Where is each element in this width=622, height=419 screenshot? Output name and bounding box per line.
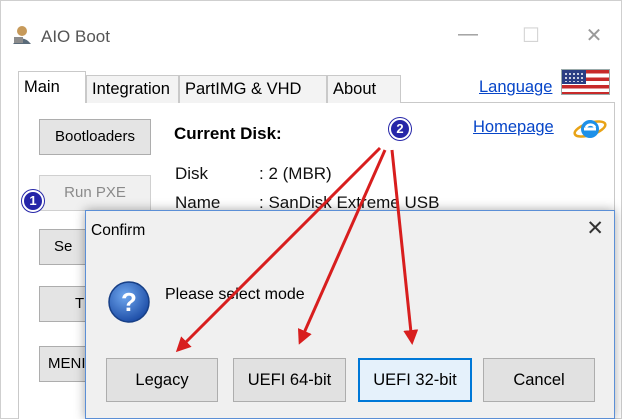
cancel-button[interactable]: Cancel	[483, 358, 595, 402]
callout-badge-2: 2	[389, 118, 411, 140]
uefi-64-bit-button[interactable]: UEFI 64-bit	[233, 358, 346, 402]
language-link[interactable]: Language	[479, 78, 552, 97]
run-pxe-button[interactable]: Run PXE	[39, 175, 151, 211]
maximize-button[interactable]: ☐	[516, 23, 546, 48]
title-bar: AIO Boot — ☐ ✕	[1, 1, 621, 47]
tab-main[interactable]: Main	[18, 71, 86, 103]
dialog-title: Confirm	[91, 222, 146, 239]
app-icon	[13, 26, 31, 44]
svg-text:?: ?	[121, 287, 137, 317]
us-flag-icon[interactable]	[561, 69, 610, 95]
t-button-label: T	[75, 295, 85, 312]
callout-badge-1: 1	[22, 190, 44, 212]
se-button-label: Se	[54, 238, 73, 255]
confirm-dialog: Confirm ✕ ? Please select mode Legacy UE…	[85, 210, 615, 419]
menu-button-label: MENI	[48, 355, 86, 372]
minimize-button[interactable]: —	[453, 23, 483, 46]
internet-explorer-icon[interactable]	[573, 116, 607, 142]
tab-partimg-vhd[interactable]: PartIMG & VHD	[179, 75, 327, 103]
disk-label: Disk	[175, 164, 209, 183]
homepage-link[interactable]: Homepage	[473, 118, 554, 137]
dialog-message: Please select mode	[165, 286, 305, 303]
question-icon: ?	[108, 281, 150, 323]
tab-integration[interactable]: Integration	[86, 75, 179, 103]
disk-value: : 2 (MBR)	[259, 164, 332, 183]
legacy-button[interactable]: Legacy	[106, 358, 218, 402]
tab-about[interactable]: About	[327, 75, 401, 103]
bootloaders-button[interactable]: Bootloaders	[39, 119, 151, 155]
uefi-32-bit-button[interactable]: UEFI 32-bit	[358, 358, 472, 402]
dialog-close-button[interactable]: ✕	[586, 216, 604, 241]
close-button[interactable]: ✕	[579, 23, 609, 48]
window-title: AIO Boot	[41, 27, 110, 46]
current-disk-heading: Current Disk:	[174, 124, 282, 143]
